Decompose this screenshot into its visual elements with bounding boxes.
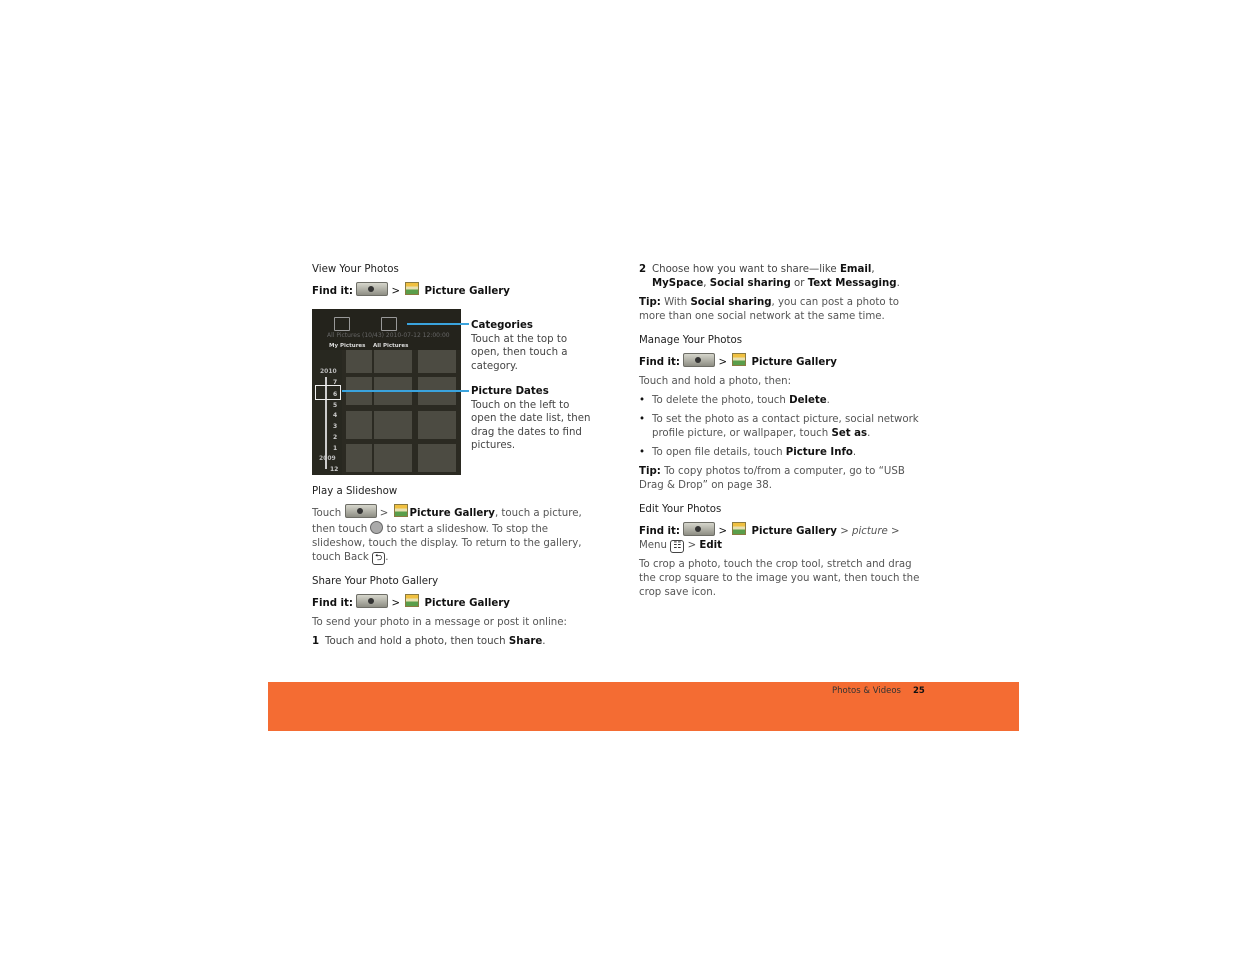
share-find-it: Find it: > Picture Gallery [312, 594, 597, 611]
menu-key-icon: ☷ [670, 540, 685, 553]
home-key-icon [344, 504, 377, 518]
tab-all-pictures: All Pictures [373, 343, 409, 349]
home-key-icon [683, 353, 716, 367]
view-photos-heading: View Your Photos [312, 264, 399, 275]
gallery-screenshot: All Pictures (10/43) 2010-07-12 12:00:00… [312, 309, 461, 475]
page-number: 25 [913, 686, 925, 696]
right-column: 2 Choose how you want to share—like Emai… [639, 263, 924, 605]
gallery-icon [393, 504, 408, 517]
gallery-icon [405, 282, 420, 295]
dates-callout-line [342, 390, 469, 392]
selected-date-box [315, 385, 341, 400]
footer-section: Photos & Videos [832, 686, 901, 696]
list-item: • To set the photo as a contact picture,… [639, 414, 919, 439]
gallery-icon [732, 522, 747, 535]
home-key-icon [356, 282, 389, 296]
picture-dates-callout: Picture Dates Touch on the left to open … [471, 386, 591, 451]
share-step-1: 1 Touch and hold a photo, then touch Sha… [312, 636, 546, 647]
gallery-icon [732, 353, 747, 366]
categories-callout-line [407, 323, 469, 325]
list-item: • To open file details, touch Picture In… [639, 447, 857, 458]
footer-band: Photos & Videos 25 [268, 682, 1019, 731]
list-item: • To delete the photo, touch Delete. [639, 395, 830, 406]
slideshow-icon [370, 521, 384, 534]
edit-body: To crop a photo, touch the crop tool, st… [639, 559, 920, 598]
manage-find-it: Find it: > Picture Gallery [639, 353, 924, 370]
back-key-icon: ⮌ [371, 552, 386, 565]
share-step-2: 2 Choose how you want to share—like Emai… [639, 264, 900, 289]
edit-heading: Edit Your Photos [639, 504, 722, 515]
manage-intro: Touch and hold a photo, then: [639, 376, 792, 387]
categories-callout: Categories Touch at the top to open, the… [471, 320, 568, 372]
gallery-icon [405, 594, 420, 607]
slideshow-text: Touch > Picture Gallery, touch a picture… [312, 504, 597, 565]
home-key-icon [683, 522, 716, 536]
tip-usb: Tip: To copy photos to/from a computer, … [639, 466, 905, 491]
share-heading: Share Your Photo Gallery [312, 576, 439, 587]
tip-social-sharing: Tip: With Social sharing, you can post a… [639, 297, 900, 322]
slideshow-heading: Play a Slideshow [312, 486, 398, 497]
edit-find-it: Find it: > Picture Gallery > picture > M… [639, 522, 924, 553]
home-key-icon [356, 594, 389, 608]
view-find-it: Find it: > Picture Gallery [312, 282, 597, 299]
manage-heading: Manage Your Photos [639, 335, 743, 346]
share-intro: To send your photo in a message or post … [312, 617, 567, 628]
